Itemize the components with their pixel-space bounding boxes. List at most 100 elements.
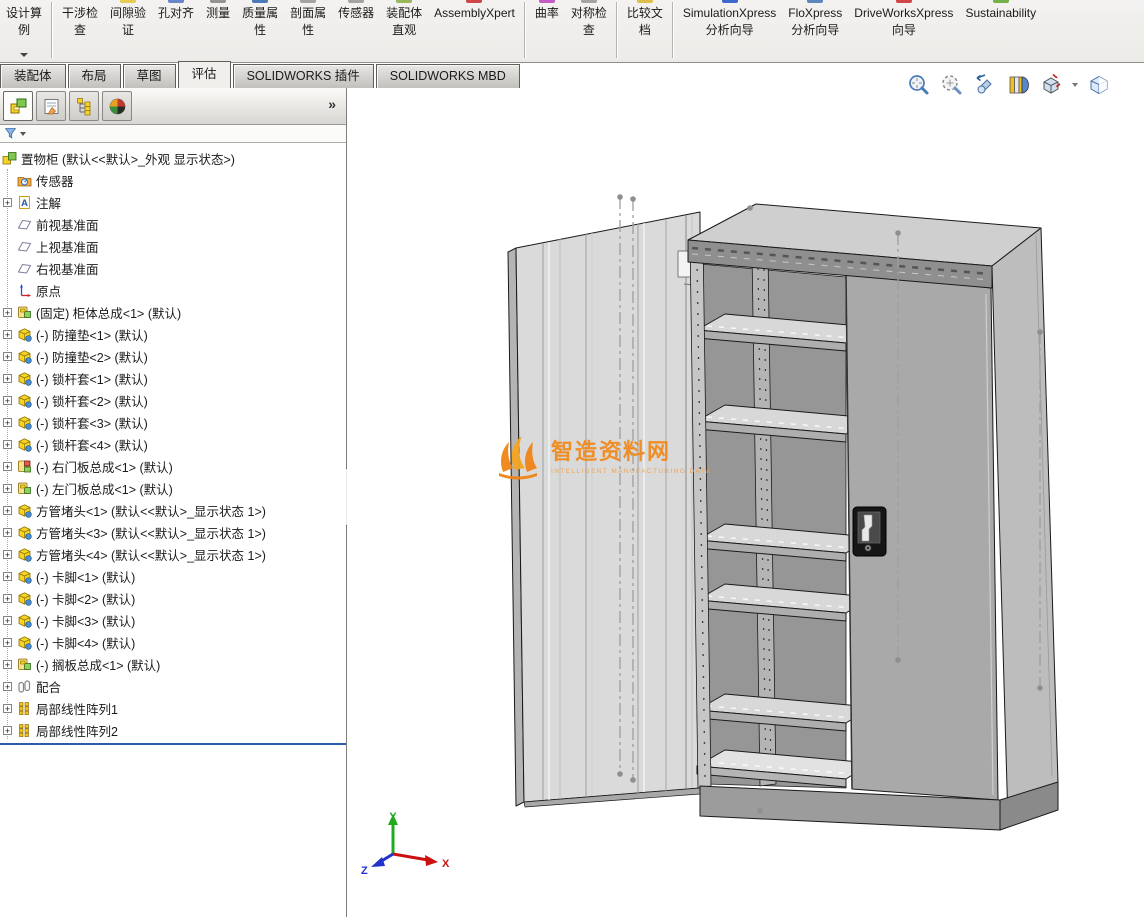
commandmanager-tab[interactable]: 草图 <box>123 64 176 88</box>
ribbon-button[interactable]: DriveWorksXpress向导 <box>848 0 959 63</box>
tree-item-label: (-) 锁杆套<4> (默认) <box>36 435 148 454</box>
expand-box-icon[interactable]: + <box>3 594 12 603</box>
panel-expand-chevron[interactable]: » <box>328 96 336 112</box>
expand-box-icon[interactable]: + <box>3 616 12 625</box>
ribbon-button-label: 对称检 <box>571 5 607 21</box>
expand-box-icon[interactable]: + <box>3 506 12 515</box>
tree-item-label: (-) 搁板总成<1> (默认) <box>36 655 160 674</box>
tree-item[interactable]: +(-) 锁杆套<2> (默认) <box>0 389 346 411</box>
expand-box-icon[interactable]: + <box>3 638 12 647</box>
view-orientation-dropdown-arrow[interactable] <box>1072 83 1078 87</box>
tree-item[interactable]: + (固定) 柜体总成<1> (默认) <box>0 301 346 323</box>
ribbon-button[interactable]: 质量属性 <box>236 0 284 63</box>
expand-box-icon[interactable]: + <box>3 660 12 669</box>
ribbon-button[interactable]: 间隙验证 <box>104 0 152 63</box>
commandmanager-tab[interactable]: 评估 <box>178 61 231 88</box>
ribbon-button[interactable]: Sustainability <box>959 0 1042 63</box>
expand-box-icon[interactable]: + <box>3 572 12 581</box>
watermark: 智造资料网 INTELLIGENT MANUFACTURING DATA <box>495 434 711 480</box>
ribbon-button[interactable]: 测量 <box>200 0 236 63</box>
expand-box-icon[interactable]: + <box>3 396 12 405</box>
tree-item[interactable]: 上视基准面 <box>0 235 346 257</box>
displaymanager-tab[interactable] <box>102 91 132 121</box>
tree-item[interactable]: 置物柜 (默认<<默认>_外观 显示状态>) <box>0 147 346 169</box>
tree-filter-row[interactable] <box>0 125 346 143</box>
tree-item[interactable]: +(-) 锁杆套<3> (默认) <box>0 411 346 433</box>
ribbon-button[interactable]: 传感器 <box>332 0 380 63</box>
commandmanager-tabs: 装配体布局草图评估SOLIDWORKS 插件SOLIDWORKS MBD <box>0 62 522 88</box>
ribbon-button[interactable]: 剖面属性 <box>284 0 332 63</box>
expand-box-icon[interactable]: + <box>3 308 12 317</box>
expand-box-icon[interactable]: + <box>3 352 12 361</box>
expand-box-icon[interactable]: + <box>3 682 12 691</box>
tree-item[interactable]: +局部线性阵列1 <box>0 697 346 719</box>
tree-item[interactable]: 右视基准面 <box>0 257 346 279</box>
tree-item-label: (固定) 柜体总成<1> (默认) <box>36 303 181 322</box>
tree-item[interactable]: +(-) 防撞垫<2> (默认) <box>0 345 346 367</box>
tree-item[interactable]: +配合 <box>0 675 346 697</box>
tree-item[interactable]: + (-) 搁板总成<1> (默认) <box>0 653 346 675</box>
tree-item[interactable]: +(-) 卡脚<3> (默认) <box>0 609 346 631</box>
expand-box-icon[interactable]: + <box>3 440 12 449</box>
tree-item[interactable]: +局部线性阵列2 <box>0 719 346 741</box>
tree-item[interactable]: 原点 <box>0 279 346 301</box>
expand-box-icon[interactable]: + <box>3 528 12 537</box>
commandmanager-tab[interactable]: SOLIDWORKS 插件 <box>233 64 374 88</box>
dropdown-arrow-icon[interactable] <box>20 53 28 57</box>
ribbon-button-label2 <box>206 22 230 38</box>
expand-box-icon[interactable]: + <box>3 704 12 713</box>
filter-dropdown-arrow[interactable] <box>20 132 26 136</box>
commandmanager-tab[interactable]: 装配体 <box>0 64 66 88</box>
tree-item[interactable]: +方管堵头<1> (默认<<默认>_显示状态 1>) <box>0 499 346 521</box>
tree-item[interactable]: +(-) 锁杆套<1> (默认) <box>0 367 346 389</box>
tree-item[interactable]: +(-) 左门板总成<1> (默认) <box>0 477 346 499</box>
tree-item[interactable]: +(-) 右门板总成<1> (默认) <box>0 455 346 477</box>
rollback-bar[interactable] <box>0 743 346 745</box>
tree-item[interactable]: +方管堵头<4> (默认<<默认>_显示状态 1>) <box>0 543 346 565</box>
ribbon-button[interactable]: 干涉检查 <box>56 0 104 63</box>
expand-box-icon[interactable]: + <box>3 198 12 207</box>
ribbon-button-label: 传感器 <box>338 5 374 21</box>
graphics-viewport[interactable]: 智造资料网 INTELLIGENT MANUFACTURING DATA Y X… <box>347 88 1144 917</box>
tree-item-label: (-) 卡脚<1> (默认) <box>36 567 135 586</box>
ribbon-button[interactable]: 比较文档 <box>621 0 669 63</box>
tree-item[interactable]: + (-) 锁杆套<4> (默认) <box>0 433 346 455</box>
watermark-subtitle: INTELLIGENT MANUFACTURING DATA <box>551 468 711 475</box>
tree-item[interactable]: 前视基准面 <box>0 213 346 235</box>
ribbon-button[interactable]: 装配体直观 <box>380 0 428 63</box>
expand-box-icon[interactable]: + <box>3 330 12 339</box>
expand-box-icon[interactable]: + <box>3 484 12 493</box>
ribbon-button-icon <box>896 0 912 3</box>
ribbon-button[interactable]: SimulationXpress分析向导 <box>677 0 782 63</box>
expand-box-icon[interactable]: + <box>3 550 12 559</box>
ribbon-button[interactable]: AssemblyXpert <box>428 0 521 63</box>
configurationmanager-tab[interactable] <box>69 91 99 121</box>
ribbon-button[interactable]: 曲率 <box>529 0 565 63</box>
expand-box-icon[interactable]: + <box>3 418 12 427</box>
part-icon <box>17 613 32 628</box>
tree-item[interactable]: +(-) 防撞垫<1> (默认) <box>0 323 346 345</box>
commandmanager-tab[interactable]: SOLIDWORKS MBD <box>376 64 520 88</box>
ribbon-button[interactable]: 设计算例 <box>0 0 48 63</box>
tree-item[interactable]: 传感器 <box>0 169 346 191</box>
ribbon-button-label2 <box>965 22 1036 38</box>
tree-item[interactable]: +(-) 卡脚<4> (默认) <box>0 631 346 653</box>
commandmanager-tab[interactable]: 布局 <box>68 64 121 88</box>
featuremanager-tree-tab[interactable] <box>3 91 33 121</box>
tree-item-label: 注解 <box>36 193 61 212</box>
tree-item-label: 右视基准面 <box>36 259 99 278</box>
propertymanager-tab[interactable] <box>36 91 66 121</box>
expand-box-icon[interactable]: + <box>3 374 12 383</box>
ribbon-button[interactable]: 对称检查 <box>565 0 613 63</box>
3d-model-cabinet[interactable] <box>347 88 1144 917</box>
tree-item[interactable]: + (-) 卡脚<1> (默认) <box>0 565 346 587</box>
expand-box-icon[interactable]: + <box>3 726 12 735</box>
expand-box-icon[interactable]: + <box>3 462 12 471</box>
plane-icon <box>17 239 32 254</box>
tree-item[interactable]: +方管堵头<3> (默认<<默认>_显示状态 1>) <box>0 521 346 543</box>
tree-item[interactable]: +(-) 卡脚<2> (默认) <box>0 587 346 609</box>
ribbon-button[interactable]: 孔对齐 <box>152 0 200 63</box>
tree-item[interactable]: +A注解 <box>0 191 346 213</box>
pattern-icon <box>17 701 32 716</box>
ribbon-button[interactable]: FloXpress分析向导 <box>782 0 848 63</box>
